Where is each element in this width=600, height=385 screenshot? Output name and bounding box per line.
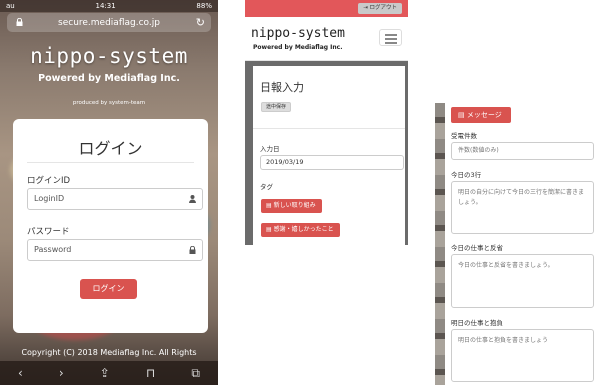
clock: 14:31	[95, 2, 116, 10]
user-icon	[189, 195, 196, 203]
top-strip: ⇥ ログアウト	[245, 0, 408, 17]
login-id-placeholder: LoginID	[34, 194, 65, 203]
field-label: 今日の3行	[451, 171, 482, 179]
tabs-icon[interactable]: ⧉	[191, 366, 200, 381]
copyright: Copyright (C) 2018 Mediaflag Inc. All Ri…	[21, 348, 197, 357]
url-text: secure.mediaflag.co.jp	[58, 17, 160, 28]
hamburger-icon	[385, 42, 397, 44]
call-count-input[interactable]: 件数(数値のみ)	[451, 142, 594, 160]
produced-by: produced by system-team	[72, 100, 146, 106]
three-lines-textarea[interactable]: 明日の自分に向けて今日の三行を簡潔に書きましょう。	[451, 181, 594, 234]
report-panel: 日報入力 途中保存 入力日 2019/03/19 タグ ▤ 新しい取り組み ▤ …	[253, 66, 405, 245]
message-icon: ▤	[458, 111, 467, 119]
message-button-label: メッセージ	[466, 111, 502, 119]
tomorrow-plan-textarea[interactable]: 明日の仕事と抱負を書きましょう	[451, 329, 594, 382]
browser-toolbar: ‹ › ⇪ ⊓ ⧉	[0, 361, 218, 385]
powered-by: Powered by Mediaflag Inc.	[253, 44, 343, 51]
login-id-input[interactable]: LoginID	[27, 188, 203, 210]
battery-level: 88%	[196, 2, 212, 10]
logout-label: ログアウト	[369, 5, 397, 11]
message-button[interactable]: ▤ メッセージ	[451, 107, 511, 123]
tag-label: タグ	[260, 183, 273, 191]
password-placeholder: Password	[34, 245, 72, 254]
tag-button-label: 新しい取り組み	[273, 202, 316, 209]
login-button[interactable]: ログイン	[80, 279, 137, 299]
status-bar: au 14:31 88%	[0, 0, 218, 12]
tag-icon: ▤	[266, 202, 274, 209]
brand-title: nippo-system	[251, 26, 345, 41]
password-input[interactable]: Password	[27, 239, 203, 261]
navbar: nippo-system Powered by Mediaflag Inc.	[245, 17, 408, 61]
powered-by: Powered by Mediaflag Inc.	[38, 73, 180, 84]
reload-icon[interactable]: ↻	[196, 16, 205, 29]
field-label: 明日の仕事と抱負	[451, 319, 503, 327]
password-label: パスワード	[27, 227, 70, 237]
phone-login-screen: au 14:31 88% secure.mediaflag.co.jp ↻ ni…	[0, 0, 218, 385]
bookmarks-icon[interactable]: ⊓	[146, 366, 155, 380]
login-id-label: ログインID	[27, 176, 71, 186]
login-card: ログイン ログインID LoginID パスワード Password ログイン	[13, 119, 208, 333]
draft-save-button[interactable]: 途中保存	[261, 102, 292, 112]
background-strip	[435, 103, 445, 385]
tag-icon: ▤	[266, 226, 274, 233]
address-bar[interactable]: secure.mediaflag.co.jp ↻	[7, 13, 211, 32]
divider	[27, 162, 194, 163]
back-icon[interactable]: ‹	[18, 366, 23, 380]
field-label: 今日の仕事と反省	[451, 244, 503, 252]
tag-button-label: 感謝・嬉しかったこと	[273, 226, 334, 233]
lock-icon	[16, 18, 23, 26]
field-label: 受電件数	[451, 132, 477, 140]
carrier-label: au	[6, 2, 15, 10]
hamburger-icon	[385, 38, 397, 40]
work-reflection-textarea[interactable]: 今日の仕事と反省を書きましょう。	[451, 254, 594, 308]
report-entry-screen: ⇥ ログアウト nippo-system Powered by Mediafla…	[245, 0, 408, 245]
divider	[253, 128, 405, 129]
menu-toggle-button[interactable]	[379, 29, 402, 46]
brand-title: nippo-system	[30, 44, 188, 68]
date-label: 入力日	[260, 145, 280, 153]
share-icon[interactable]: ⇪	[100, 366, 110, 380]
hamburger-icon	[385, 34, 397, 36]
logout-button[interactable]: ⇥ ログアウト	[358, 3, 402, 14]
report-detail-panel: ▤ メッセージ 受電件数 件数(数値のみ) 今日の3行 明日の自分に向けて今日の…	[445, 103, 600, 385]
page-title: 日報入力	[260, 81, 304, 94]
lock-icon	[189, 246, 196, 254]
login-title: ログイン	[78, 139, 143, 158]
forward-icon[interactable]: ›	[59, 366, 64, 380]
date-input[interactable]: 2019/03/19	[260, 155, 404, 170]
tag-button-gratitude[interactable]: ▤ 感謝・嬉しかったこと	[261, 223, 340, 237]
tag-button-new-initiative[interactable]: ▤ 新しい取り組み	[261, 199, 322, 213]
report-detail-screen: ▤ メッセージ 受電件数 件数(数値のみ) 今日の3行 明日の自分に向けて今日の…	[435, 103, 600, 385]
